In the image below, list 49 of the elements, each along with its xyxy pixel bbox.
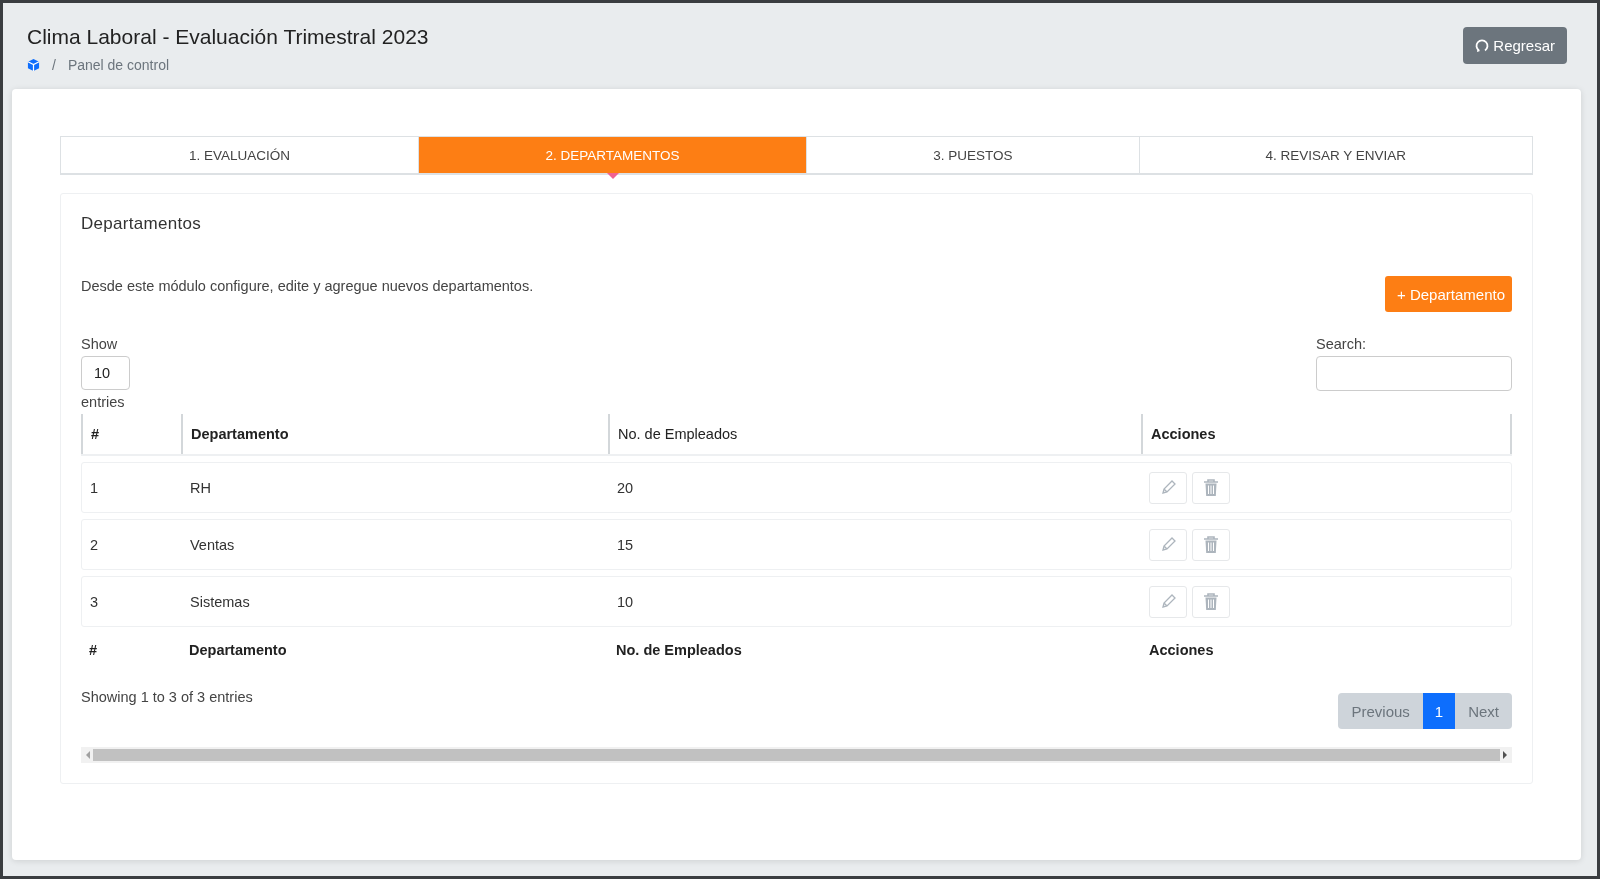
column-header[interactable]: Acciones <box>1141 414 1512 454</box>
table-cell-text: 10 <box>616 593 635 610</box>
horizontal-scrollbar[interactable] <box>81 747 1512 763</box>
edit-button[interactable] <box>1149 528 1187 561</box>
table-cell-text: 15 <box>616 536 635 553</box>
table-cell-text: 20 <box>616 479 635 496</box>
table-cell-text: 3 <box>89 593 100 610</box>
trash-icon <box>1203 478 1219 497</box>
show-label: Show <box>81 336 119 352</box>
entries-select[interactable]: 10 <box>81 356 130 390</box>
active-tab-pointer-icon <box>606 173 619 179</box>
column-header[interactable]: Departamento <box>181 414 608 454</box>
panel-description: Desde este módulo configure, edite y agregue nuevos departamentos. <box>81 278 534 294</box>
trash-icon <box>1203 535 1219 554</box>
scroll-left-icon[interactable] <box>85 751 91 759</box>
table-cell-text: Sistemas <box>189 593 251 610</box>
table-cell-text: 2 <box>89 536 100 553</box>
pencil-icon <box>1159 479 1177 496</box>
column-header[interactable]: No. de Empleados <box>608 414 1141 454</box>
delete-button[interactable] <box>1192 471 1230 504</box>
column-footer: No. de Empleados <box>608 642 1141 658</box>
column-footer: Departamento <box>181 642 608 658</box>
delete-button[interactable] <box>1192 528 1230 561</box>
breadcrumb-separator: / <box>52 57 56 73</box>
table-cell-text: 1 <box>89 479 100 496</box>
table-info: Showing 1 to 3 of 3 entries <box>81 689 253 705</box>
search-label: Search: <box>1316 336 1367 352</box>
edit-button[interactable] <box>1149 471 1187 504</box>
back-button[interactable]: Regresar <box>1463 27 1567 64</box>
entries-label: entries <box>81 394 126 410</box>
page-button[interactable]: 1 <box>1422 693 1456 729</box>
page-title: Clima Laboral - Evaluación Trimestral 2023 <box>27 25 429 49</box>
delete-button[interactable] <box>1192 585 1230 618</box>
breadcrumb-link[interactable]: Panel de control <box>67 57 170 73</box>
scroll-right-icon[interactable] <box>1502 751 1508 759</box>
edit-button[interactable] <box>1149 585 1187 618</box>
table-cell-text: RH <box>189 479 212 496</box>
scrollbar-thumb[interactable] <box>93 749 1500 761</box>
column-footer: # <box>81 642 181 658</box>
search-field[interactable] <box>1316 356 1512 391</box>
refresh-icon <box>1475 38 1490 53</box>
cube-icon <box>27 58 40 72</box>
column-footer: Acciones <box>1141 642 1512 658</box>
column-header[interactable]: # <box>81 414 181 454</box>
pencil-icon <box>1159 593 1177 610</box>
table-cell-text: Ventas <box>189 536 236 553</box>
panel-title: Departamentos <box>81 214 203 234</box>
trash-icon <box>1203 592 1219 611</box>
pencil-icon <box>1159 536 1177 553</box>
